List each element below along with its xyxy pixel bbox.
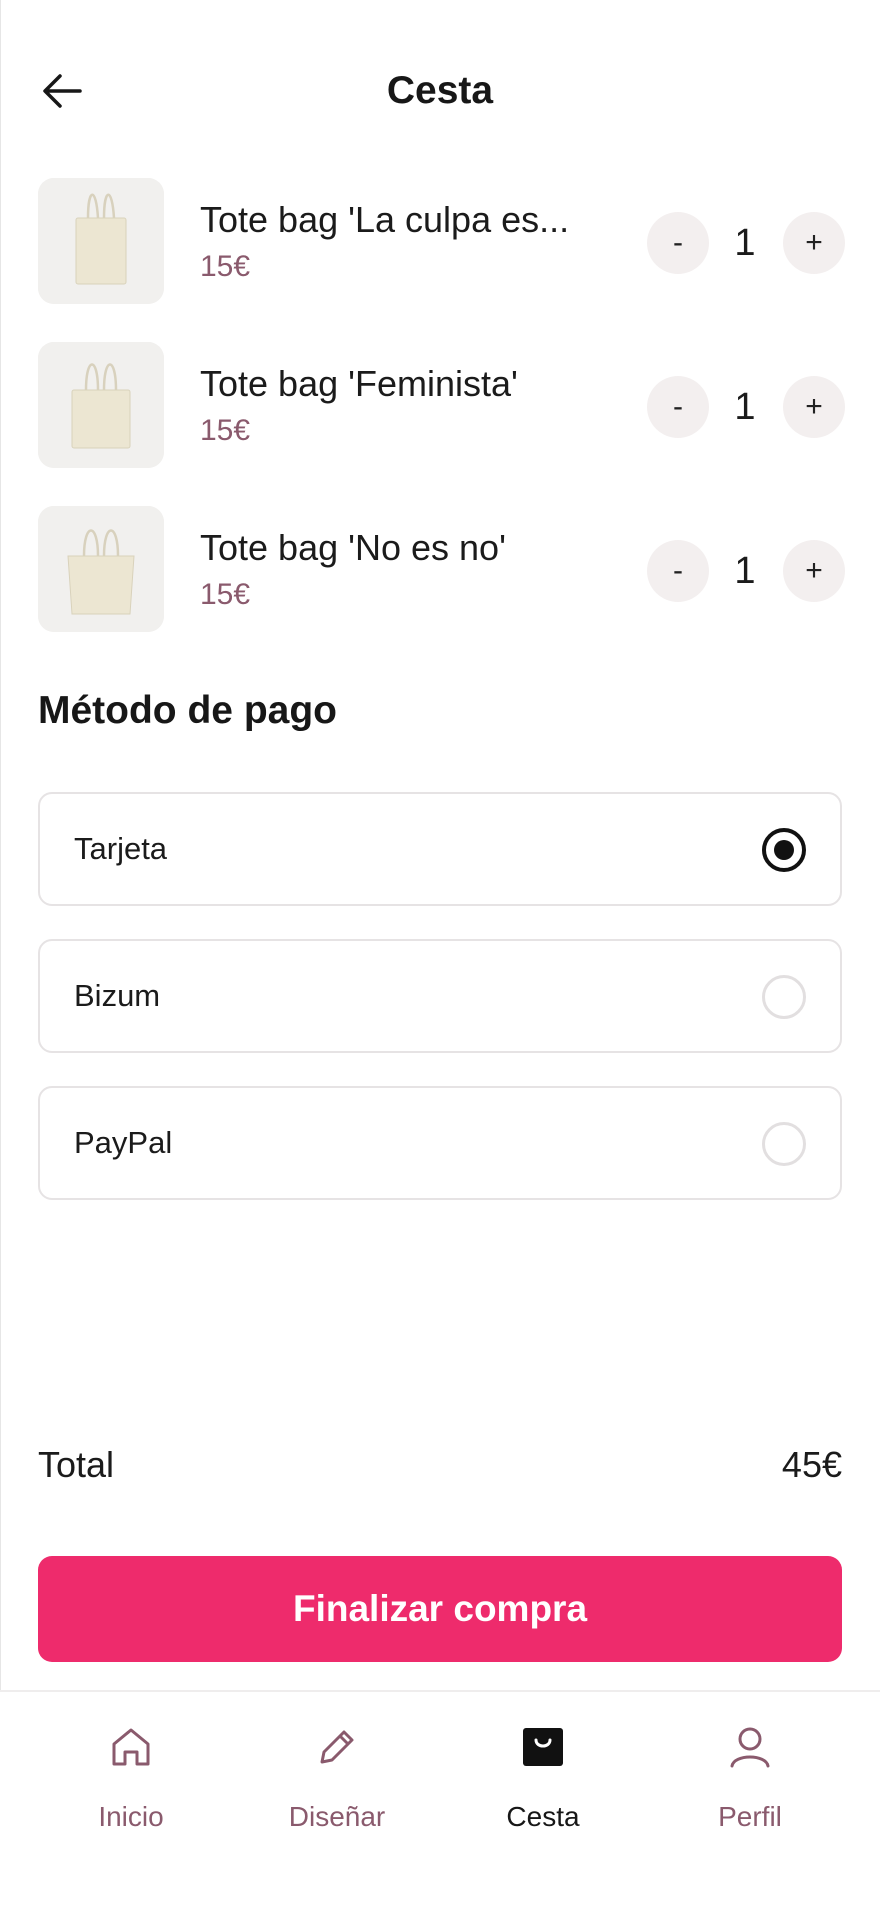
increase-quantity-button[interactable]: + <box>783 376 845 438</box>
tote-bag-image <box>38 506 164 632</box>
payment-option-paypal[interactable]: PayPal <box>38 1086 842 1200</box>
radio-unselected-icon[interactable] <box>762 1122 806 1166</box>
page-title: Cesta <box>386 69 494 112</box>
item-name[interactable]: Tote bag 'Feminista' <box>200 362 585 406</box>
payment-option-label: Bizum <box>74 978 161 1013</box>
nav-label: Cesta <box>506 1801 580 1832</box>
item-name[interactable]: Tote bag 'No es no' <box>200 526 585 570</box>
nav-label: Diseñar <box>288 1801 386 1832</box>
tote-bag-image <box>38 342 164 468</box>
total-label: Total <box>38 1444 115 1485</box>
user-icon <box>725 1722 775 1772</box>
plus-icon: + <box>805 554 823 587</box>
increase-quantity-button[interactable]: + <box>783 540 845 602</box>
total-value: 45€ <box>781 1444 842 1485</box>
minus-icon: - <box>673 226 683 259</box>
tote-bag-image <box>38 178 164 304</box>
cart-item: Tote bag 'No es no' 15€ - 1 + <box>0 506 880 634</box>
minus-icon: - <box>673 554 683 587</box>
item-price: 15€ <box>200 414 251 447</box>
cart-item: Tote bag 'Feminista' 15€ - 1 + <box>0 342 880 470</box>
decrease-quantity-button[interactable]: - <box>647 376 709 438</box>
cart-item: Tote bag 'La culpa es... 15€ - 1 + <box>0 178 880 306</box>
nav-item-disenar[interactable]: Diseñar <box>257 1722 417 1852</box>
radio-selected-icon[interactable] <box>762 828 806 872</box>
nav-label: Perfil <box>718 1801 782 1832</box>
minus-icon: - <box>673 390 683 423</box>
item-price: 15€ <box>200 578 251 611</box>
item-name[interactable]: Tote bag 'La culpa es... <box>200 198 585 242</box>
quantity-value: 1 <box>734 386 756 428</box>
pencil-icon <box>312 1722 362 1772</box>
item-price: 15€ <box>200 250 251 283</box>
payment-section-title: Método de pago <box>38 689 337 732</box>
header: Cesta <box>0 0 880 170</box>
shopping-bag-icon <box>518 1722 568 1772</box>
radio-unselected-icon[interactable] <box>762 975 806 1019</box>
increase-quantity-button[interactable]: + <box>783 212 845 274</box>
nav-item-inicio[interactable]: Inicio <box>51 1722 211 1852</box>
checkout-button[interactable]: Finalizar compra <box>38 1556 842 1662</box>
bottom-nav: Inicio Diseñar Cesta Perfil <box>0 1690 880 1906</box>
nav-item-cesta[interactable]: Cesta <box>463 1722 623 1852</box>
quantity-value: 1 <box>734 222 756 264</box>
payment-option-label: Tarjeta <box>74 831 168 866</box>
payment-option-tarjeta[interactable]: Tarjeta <box>38 792 842 906</box>
quantity-value: 1 <box>734 550 756 592</box>
nav-label: Inicio <box>98 1801 164 1832</box>
payment-option-bizum[interactable]: Bizum <box>38 939 842 1053</box>
plus-icon: + <box>805 390 823 423</box>
nav-item-perfil[interactable]: Perfil <box>670 1722 830 1852</box>
plus-icon: + <box>805 226 823 259</box>
decrease-quantity-button[interactable]: - <box>647 212 709 274</box>
product-image[interactable] <box>38 342 164 468</box>
decrease-quantity-button[interactable]: - <box>647 540 709 602</box>
home-icon <box>106 1722 156 1772</box>
product-image[interactable] <box>38 506 164 632</box>
product-image[interactable] <box>38 178 164 304</box>
payment-option-label: PayPal <box>74 1125 173 1160</box>
